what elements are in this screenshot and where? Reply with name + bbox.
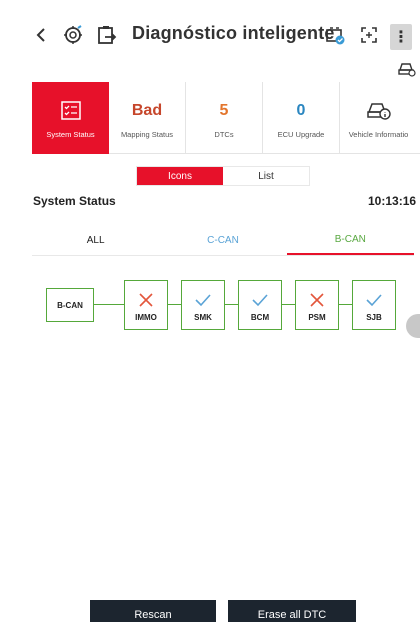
tab-label: Mapping Status [120,130,174,139]
tab-dtcs[interactable]: 5 DTCs [186,82,263,154]
erase-all-dtc-button[interactable]: Erase all DTC [228,600,356,622]
error-icon [309,289,325,311]
module-node-immo[interactable]: IMMO [124,280,168,330]
tab-label: System Status [46,130,95,139]
network-topology: B-CAN IMMO SMK BCM PSM SJB [46,280,406,332]
module-label: PSM [308,312,326,322]
module-label: IMMO [135,312,157,322]
error-icon [138,289,154,311]
back-icon[interactable] [28,22,54,48]
tab-mapping-status[interactable]: Bad Mapping Status [109,82,186,154]
tab-ecu-upgrade[interactable]: 0 ECU Upgrade [263,82,340,154]
header: Diagnóstico inteligente ⋮ [22,14,420,56]
check-icon [251,289,269,311]
view-toggle: Icons List [136,166,310,186]
module-label: SJB [366,312,382,322]
app-frame: Diagnóstico inteligente ⋮ System Status … [22,14,420,622]
section-title: System Status [33,194,116,208]
tab-system-status[interactable]: System Status [32,82,109,154]
tab-b-can[interactable]: B-CAN [286,226,414,255]
tab-label: Vehicle Informatio [348,130,409,139]
mapping-status-value: Bad [131,102,163,119]
tab-vehicle-information[interactable]: Vehicle Informatio [340,82,417,154]
ecu-upgrade-count: 0 [296,102,306,119]
module-label: SMK [194,312,212,322]
module-node-smk[interactable]: SMK [181,280,225,330]
car-report-icon[interactable] [94,22,120,48]
rescan-button[interactable]: Rescan [90,600,216,622]
vehicle-info-icon [366,100,392,122]
more-icon[interactable]: ⋮ [390,24,412,50]
module-node-bcm[interactable]: BCM [238,280,282,330]
ecu-icon[interactable] [60,22,86,48]
bus-label: B-CAN [57,300,83,310]
tab-c-can[interactable]: C-CAN [159,226,286,255]
page-title: Diagnóstico inteligente [132,23,335,43]
tab-all[interactable]: ALL [32,226,159,255]
tab-label: ECU Upgrade [277,130,325,139]
dtc-count: 5 [219,102,229,119]
check-icon [365,289,383,311]
fullscreen-icon[interactable] [356,22,382,48]
list-view-button[interactable]: List [223,167,309,185]
tab-label: DTCs [214,130,234,139]
scroll-handle[interactable] [406,314,420,338]
module-node-sjb[interactable]: SJB [352,280,396,330]
module-label: BCM [250,312,270,322]
vehicle-side-icon[interactable] [396,58,418,80]
battery-icon[interactable] [322,22,348,48]
system-status-icon [60,100,82,122]
module-node-psm[interactable]: PSM [295,280,339,330]
icons-view-button[interactable]: Icons [137,167,223,185]
check-icon [194,289,212,311]
can-tabs: ALL C-CAN B-CAN [32,226,414,256]
bus-node[interactable]: B-CAN [46,288,94,322]
status-time: 10:13:16 [368,194,417,208]
status-tabs: System Status Bad Mapping Status 5 DTCs … [32,82,420,154]
